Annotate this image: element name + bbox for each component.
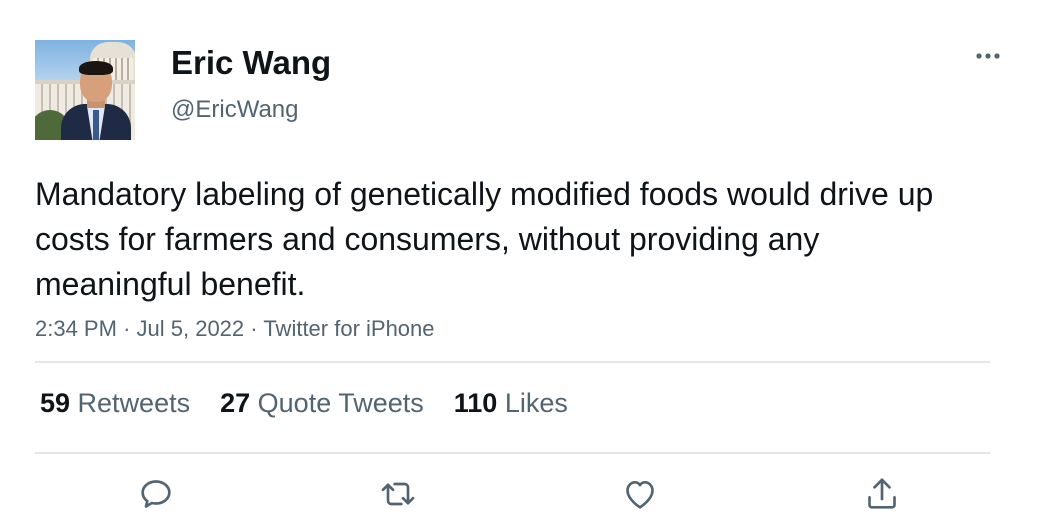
likes-stat[interactable]: 110 Likes: [454, 388, 568, 419]
likes-count: 110: [453, 388, 505, 418]
divider: [35, 361, 990, 363]
quote-tweets-stat[interactable]: 27 Quote Tweets: [220, 388, 424, 419]
meta-separator: ·: [250, 316, 264, 341]
share-icon: [868, 478, 896, 509]
tweet-time[interactable]: 2:34 PM: [35, 316, 117, 341]
reply-icon: [141, 480, 171, 508]
tweet-source[interactable]: Twitter for iPhone: [263, 316, 434, 341]
like-button[interactable]: [620, 474, 660, 514]
quote-tweets-count: 27: [220, 388, 258, 418]
retweet-button[interactable]: [378, 474, 418, 514]
retweets-label: Retweets: [77, 388, 191, 418]
tweet-date[interactable]: Jul 5, 2022: [137, 316, 245, 341]
reply-button[interactable]: [136, 474, 176, 514]
share-button[interactable]: [862, 474, 902, 514]
retweet-icon: [381, 482, 415, 506]
tweet-metadata: 2:34 PM · Jul 5, 2022 · Twitter for iPho…: [35, 316, 435, 342]
tweet-card: Eric Wang @EricWang Mandatory labeling o…: [0, 0, 1050, 525]
retweets-count: 59: [40, 388, 78, 418]
divider: [35, 452, 990, 454]
author-handle[interactable]: @EricWang: [171, 96, 299, 124]
tweet-text: Mandatory labeling of genetically modifi…: [35, 176, 934, 302]
heart-icon: [626, 481, 654, 509]
author-display-name[interactable]: Eric Wang: [171, 44, 331, 82]
avatar[interactable]: [35, 40, 135, 140]
likes-label: Likes: [504, 388, 568, 418]
more-horizontal-icon[interactable]: [974, 46, 1002, 66]
engagement-stats: 59 Retweets 27 Quote Tweets 110 Likes: [40, 388, 598, 419]
retweets-stat[interactable]: 59 Retweets: [40, 388, 190, 419]
meta-separator: ·: [123, 316, 137, 341]
quote-tweets-label: Quote Tweets: [257, 388, 424, 418]
